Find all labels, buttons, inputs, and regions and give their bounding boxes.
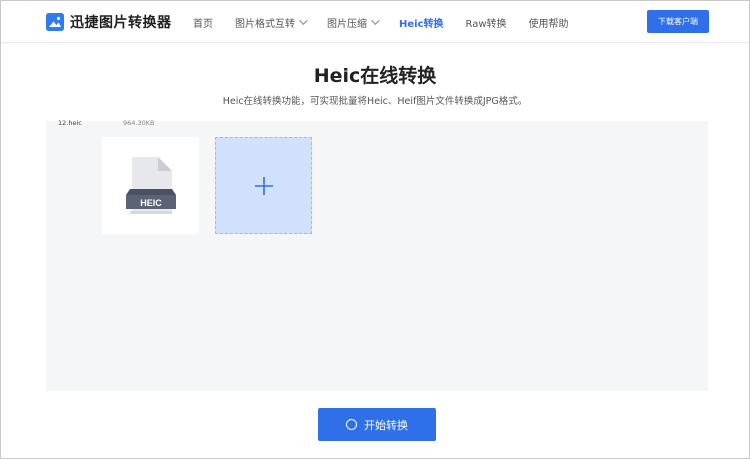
page-title: Heic在线转换 [313,65,437,87]
nav-home[interactable]: 首页 [193,1,213,43]
nav-heic-convert[interactable]: Heic转换 [399,1,444,43]
main-nav: 首页 图片格式互转 图片压缩 Heic转换 Raw转换 使用帮助 [193,1,591,43]
logo[interactable]: 迅捷图片转换器 [46,12,172,32]
nav-raw-convert[interactable]: Raw转换 [466,1,507,43]
upload-workspace[interactable]: HEIC [46,121,708,391]
chevron-down-icon [299,16,308,25]
chevron-down-icon [371,16,380,25]
top-navbar: 迅捷图片转换器 首页 图片格式互转 图片压缩 Heic转换 Raw转换 使用帮助… [1,1,749,43]
start-convert-label: 开始转换 [364,418,408,432]
logo-icon [46,13,64,31]
loading-circle-icon [346,419,357,430]
svg-text:HEIC: HEIC [140,198,162,208]
start-convert-button[interactable]: 开始转换 [318,408,436,441]
page-subtitle: Heic在线转换功能，可实现批量将Heic、Heif图片文件转换成JPG格式。 [222,96,528,107]
plus-icon [254,176,273,195]
nav-format-convert[interactable]: 图片格式互转 [235,1,308,43]
add-file-tile[interactable] [215,137,312,234]
file-name: 12.heic [58,119,82,127]
heic-file-icon: HEIC [126,157,176,214]
download-client-button[interactable]: 下载客户端 [647,10,709,33]
nav-help[interactable]: 使用帮助 [529,1,569,43]
file-card[interactable]: HEIC [102,137,199,234]
logo-text: 迅捷图片转换器 [70,15,172,31]
file-size: 964.30KB [123,119,155,127]
nav-image-compress[interactable]: 图片压缩 [327,1,380,43]
